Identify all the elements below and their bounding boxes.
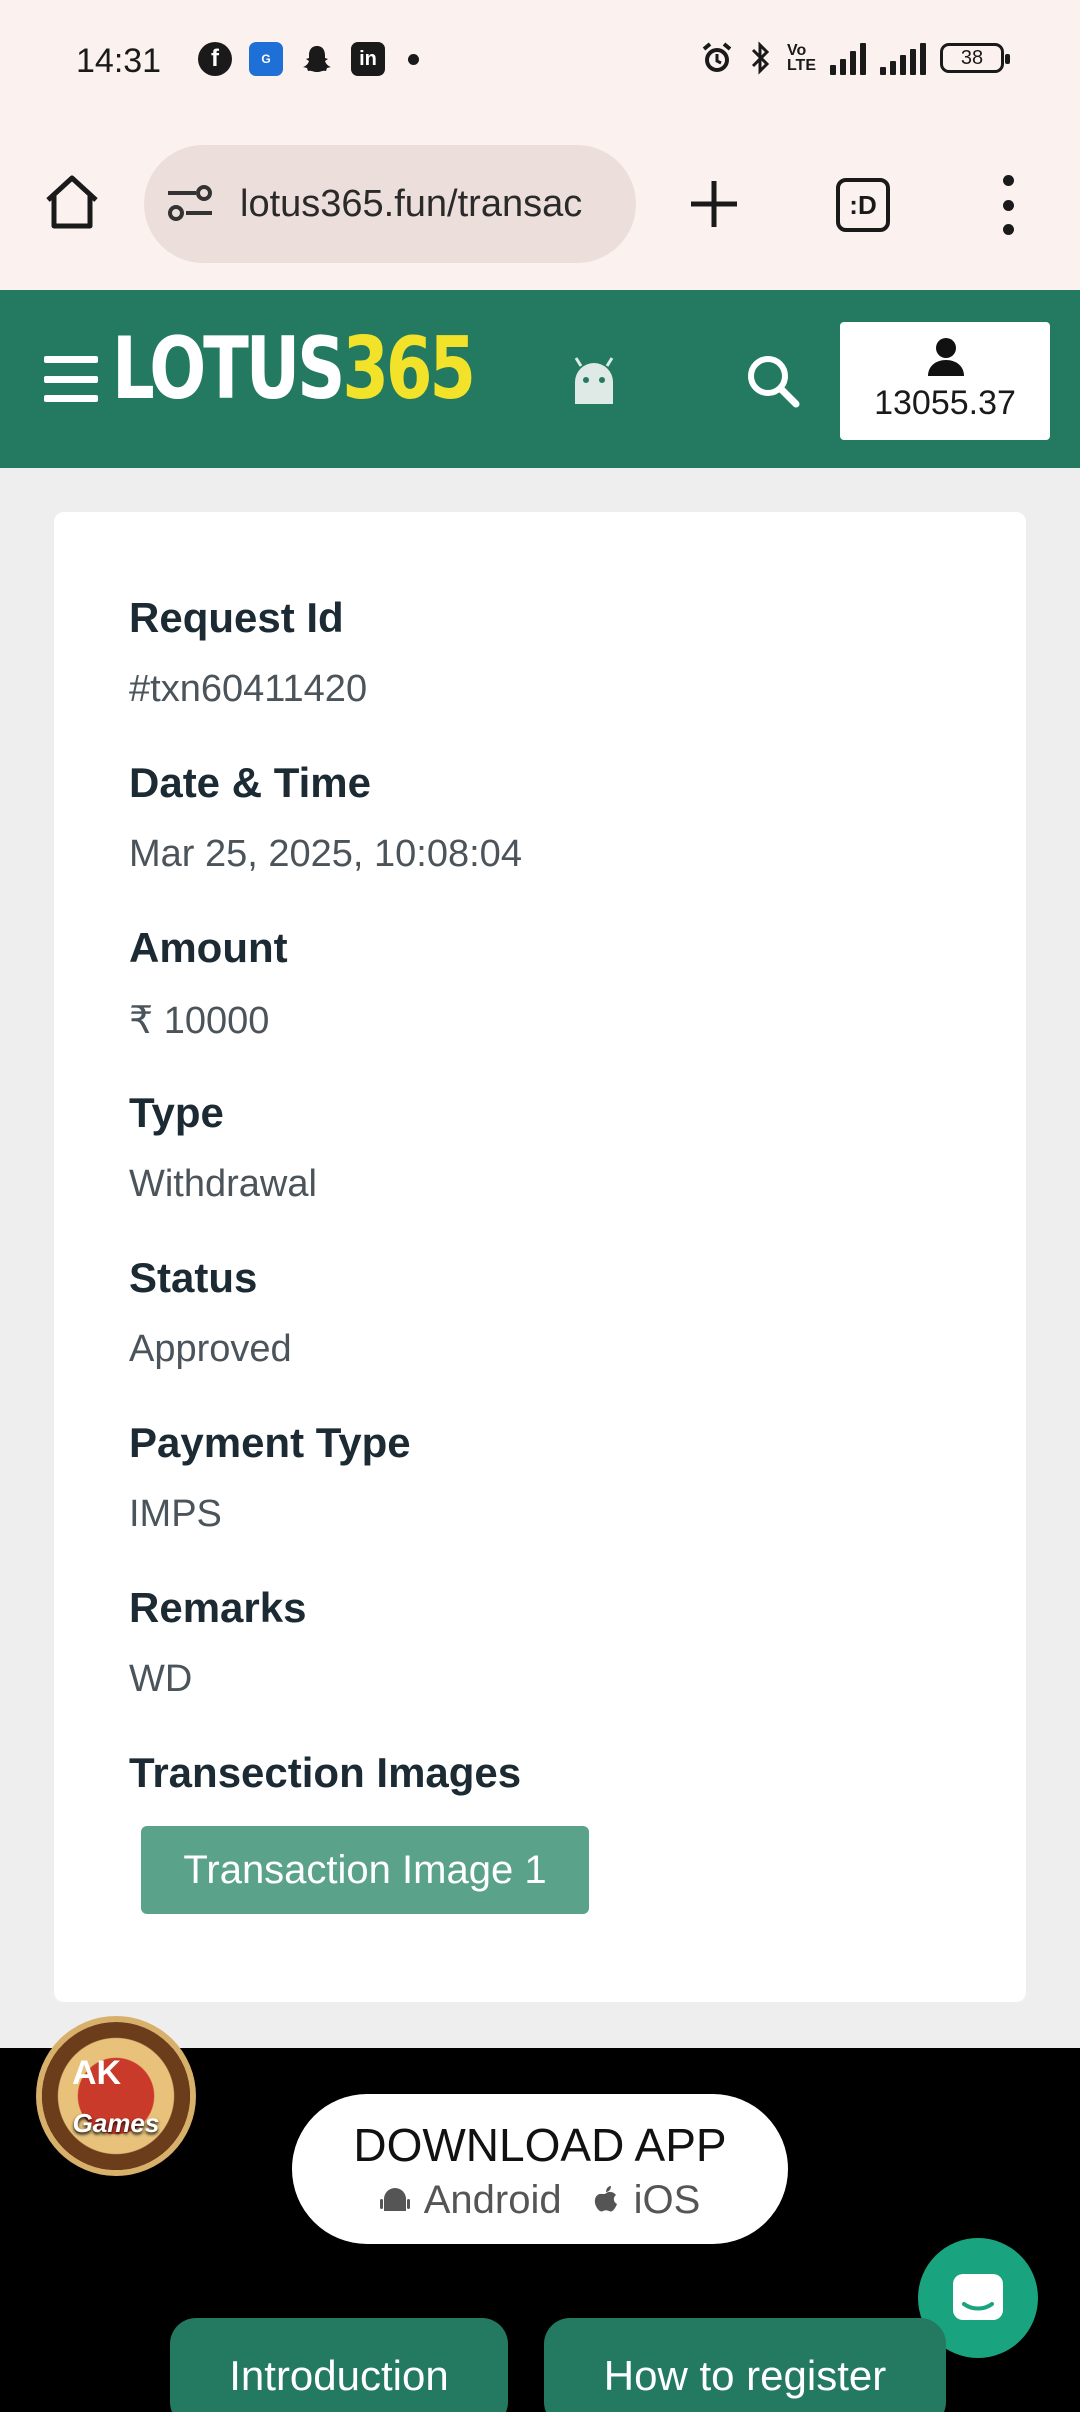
new-tab-icon[interactable] bbox=[685, 175, 743, 233]
payment-type-field: Payment Type IMPS bbox=[129, 1419, 411, 1536]
transaction-images-field: Transection Images bbox=[129, 1749, 521, 1797]
status-time: 14:31 bbox=[76, 42, 162, 80]
date-time-field: Date & Time Mar 25, 2025, 10:08:04 bbox=[129, 759, 522, 876]
transaction-image-button[interactable]: Transaction Image 1 bbox=[141, 1826, 589, 1914]
tab-switcher-button[interactable]: :D bbox=[836, 178, 890, 232]
field-label: Status bbox=[129, 1254, 258, 1301]
url-text[interactable]: lotus365.fun/transac bbox=[240, 183, 620, 226]
field-value: ₹ 10000 bbox=[129, 1000, 270, 1042]
hamburger-menu-icon[interactable] bbox=[44, 356, 98, 402]
field-label: Type bbox=[129, 1089, 224, 1136]
page-content: Request Id #txn60411420 Date & Time Mar … bbox=[0, 468, 1080, 2048]
system-icons: Vo LTE 38 bbox=[699, 40, 1010, 76]
site-settings-icon[interactable] bbox=[166, 183, 214, 225]
playing-cards-icon: AK bbox=[72, 2054, 122, 2092]
apple-icon bbox=[594, 2185, 617, 2212]
snapchat-icon bbox=[300, 42, 334, 76]
battery-icon: 38 bbox=[940, 43, 1010, 73]
ios-label: iOS bbox=[633, 2178, 701, 2222]
field-label: Request Id bbox=[129, 594, 344, 641]
browser-menu-icon[interactable] bbox=[990, 175, 1026, 235]
more-notifications-dot bbox=[408, 53, 419, 65]
alarm-icon bbox=[702, 42, 732, 72]
transaction-details-card: Request Id #txn60411420 Date & Time Mar … bbox=[54, 512, 1026, 2002]
bluetooth-icon bbox=[751, 41, 770, 75]
field-label: Date & Time bbox=[129, 759, 371, 806]
field-value: Approved bbox=[129, 1328, 292, 1370]
android-label: Android bbox=[423, 2178, 562, 2222]
download-app-title: DOWNLOAD APP bbox=[353, 2119, 727, 2171]
field-label: Payment Type bbox=[129, 1419, 411, 1466]
facebook-icon: f bbox=[198, 42, 232, 76]
request-id-field: Request Id #txn60411420 bbox=[129, 594, 367, 711]
field-value: IMPS bbox=[129, 1493, 222, 1535]
field-value: Mar 25, 2025, 10:08:04 bbox=[129, 833, 522, 875]
signal-4g-icon bbox=[830, 41, 866, 75]
introduction-button[interactable]: Introduction bbox=[170, 2318, 508, 2412]
status-field: Status Approved bbox=[129, 1254, 292, 1371]
download-app-button[interactable]: DOWNLOAD APP Android iOS bbox=[292, 2094, 788, 2244]
games-label: Games bbox=[72, 2108, 160, 2138]
amount-field: Amount ₹ 10000 bbox=[129, 924, 288, 1043]
type-field: Type Withdrawal bbox=[129, 1089, 317, 1206]
how-to-register-button[interactable]: How to register bbox=[544, 2318, 946, 2412]
account-balance-button[interactable]: 13055.37 bbox=[840, 322, 1050, 440]
account-balance: 13055.37 bbox=[874, 384, 1016, 422]
download-platforms: Android iOS bbox=[292, 2178, 788, 2223]
field-label: Amount bbox=[129, 924, 288, 971]
remarks-field: Remarks WD bbox=[129, 1584, 306, 1701]
search-icon[interactable] bbox=[742, 350, 804, 412]
android-icon bbox=[379, 2187, 410, 2211]
volte-icon: Vo LTE bbox=[786, 42, 816, 74]
gboard-icon: G bbox=[249, 42, 283, 76]
notification-icons: f G in bbox=[198, 42, 419, 76]
browser-toolbar: lotus365.fun/transac :D bbox=[0, 125, 1080, 290]
field-value: WD bbox=[129, 1658, 193, 1700]
field-value: Withdrawal bbox=[129, 1163, 317, 1205]
signal-roaming-icon bbox=[880, 41, 926, 75]
lotus365-logo[interactable]: LOTUS365 bbox=[112, 326, 476, 412]
field-label: Remarks bbox=[129, 1584, 307, 1631]
app-header: LOTUS365 13055.37 bbox=[0, 290, 1080, 468]
status-bar: 14:31 f G in Vo LTE 38 bbox=[0, 0, 1080, 125]
field-value: #txn60411420 bbox=[129, 668, 368, 710]
home-icon[interactable] bbox=[40, 170, 104, 234]
address-bar[interactable]: lotus365.fun/transac bbox=[144, 145, 636, 263]
android-icon[interactable] bbox=[563, 350, 625, 412]
field-label: Transection Images bbox=[129, 1749, 522, 1796]
games-badge[interactable]: AK Games bbox=[42, 2022, 190, 2170]
user-icon bbox=[928, 338, 964, 376]
linkedin-icon: in bbox=[351, 42, 385, 76]
